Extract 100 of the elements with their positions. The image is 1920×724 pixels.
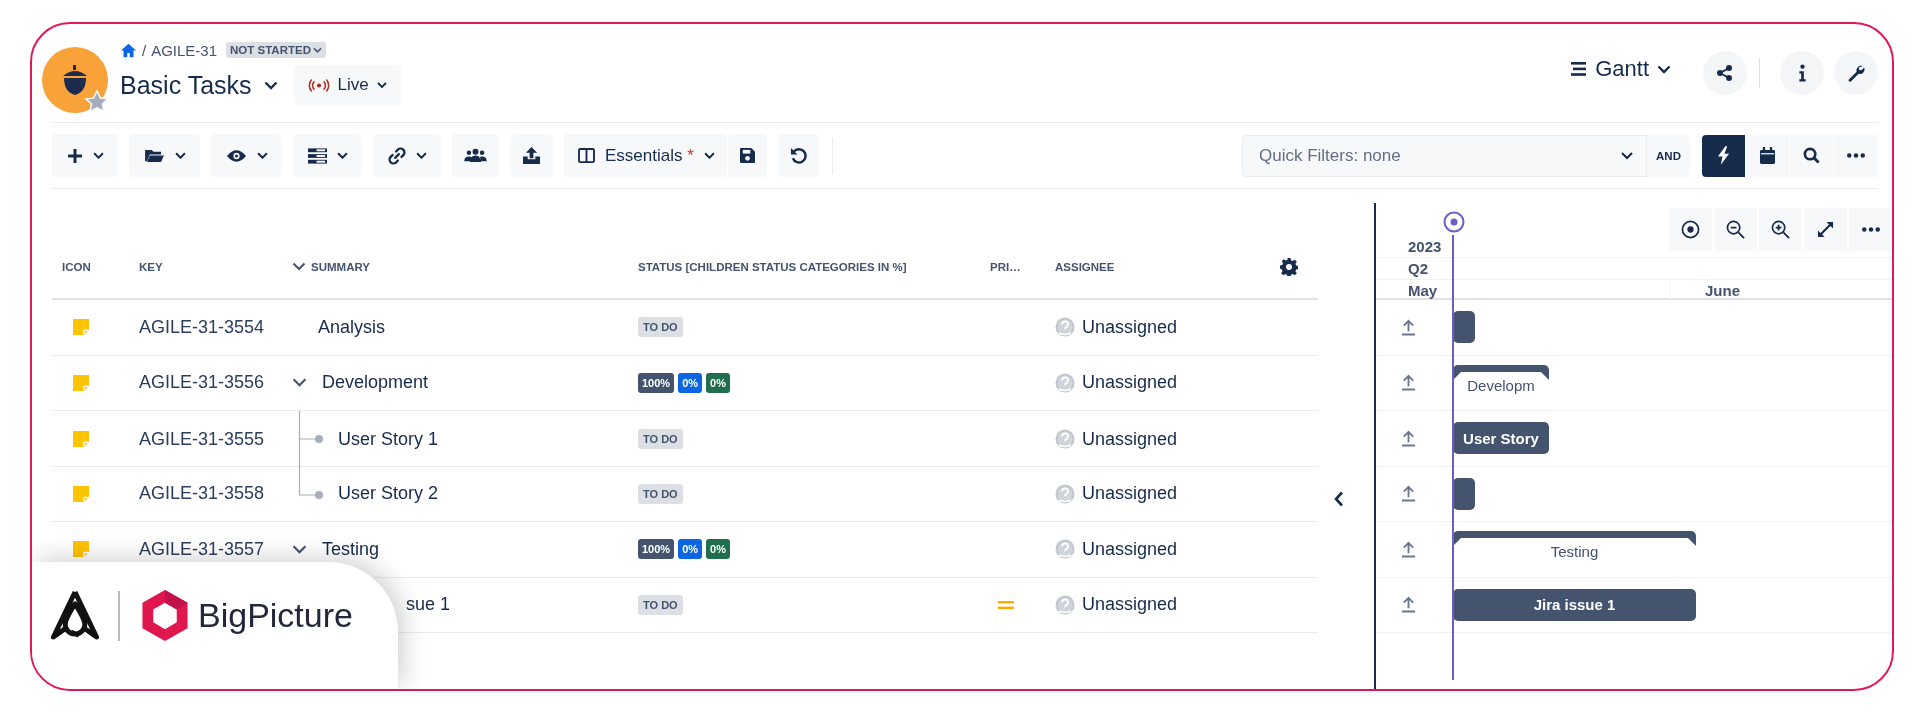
folder-button[interactable]: [129, 134, 200, 177]
eye-button[interactable]: [211, 134, 282, 177]
bolt-icon: [1717, 146, 1730, 165]
live-mode-button[interactable]: Live: [293, 65, 401, 105]
column-header[interactable]: PRI…: [990, 261, 1021, 273]
task-bar[interactable]: Jira issue 1: [1453, 588, 1696, 621]
assignee-name: Unassigned: [1082, 483, 1178, 505]
issue-summary[interactable]: User Story 1: [338, 428, 439, 450]
progress-badge: 100%: [638, 539, 675, 560]
breadcrumb-link[interactable]: AGILE-31: [151, 41, 218, 59]
more-button[interactable]: [1849, 208, 1892, 251]
status-lozenge: TO DO: [638, 483, 683, 504]
quick-filters-field[interactable]: Quick Filters: none: [1242, 134, 1647, 177]
search-button[interactable]: [1790, 134, 1833, 177]
home-icon[interactable]: [120, 42, 137, 58]
zoom-in-button[interactable]: [1759, 208, 1802, 251]
assignee-name: Unassigned: [1082, 428, 1178, 450]
hexagon-logo-icon: [142, 590, 188, 641]
timeline-quarter: Q2: [1408, 260, 1428, 277]
note-icon: [72, 430, 90, 448]
status-dropdown[interactable]: NOT STARTED: [226, 42, 326, 58]
issue-key[interactable]: AGILE-31-3556: [139, 372, 265, 394]
collapse-all-icon[interactable]: [292, 262, 306, 271]
progress-badge: 0%: [678, 539, 703, 560]
task-bar[interactable]: [1453, 311, 1475, 344]
board-title[interactable]: Basic Tasks: [120, 70, 252, 100]
settings-button[interactable]: [1834, 51, 1878, 95]
share-button[interactable]: [1703, 51, 1747, 95]
view-preset-dropdown[interactable]: Essentials *: [564, 134, 727, 177]
column-header[interactable]: ICON: [62, 261, 91, 273]
caret-icon: [93, 152, 104, 159]
issue-summary[interactable]: Testing: [322, 538, 380, 560]
people-button[interactable]: [452, 134, 499, 177]
issue-summary[interactable]: Analysis: [318, 316, 386, 338]
operator-toggle[interactable]: AND: [1647, 134, 1690, 177]
more-button[interactable]: [1834, 134, 1877, 177]
summary-bar[interactable]: Testing: [1453, 531, 1696, 568]
people-icon: [464, 148, 487, 163]
plus-icon: [67, 147, 83, 164]
avatar-icon: [1055, 539, 1075, 560]
info-button[interactable]: [1780, 51, 1824, 95]
upload-icon[interactable]: [1401, 596, 1416, 614]
caret-icon: [703, 152, 715, 159]
progress-badge: 0%: [678, 372, 703, 393]
issue-key[interactable]: AGILE-31-3558: [139, 483, 265, 505]
task-bar[interactable]: [1453, 477, 1475, 510]
column-header[interactable]: KEY: [139, 261, 163, 273]
calendar-icon: [1760, 147, 1775, 164]
upload-icon[interactable]: [1401, 485, 1416, 503]
caret-icon: [416, 152, 427, 159]
upload-icon: [522, 147, 541, 164]
timeline-month: June: [1705, 282, 1740, 299]
column-header[interactable]: STATUS [CHILDREN STATUS CATEGORIES IN %]: [638, 261, 907, 273]
save-button[interactable]: [727, 134, 767, 177]
today-marker-icon[interactable]: [1443, 211, 1465, 233]
rows-icon: [308, 147, 327, 164]
issue-key[interactable]: AGILE-31-3557: [139, 538, 265, 560]
bolt-button[interactable]: [1702, 134, 1745, 177]
brand-name: BigPicture: [198, 596, 353, 635]
info-icon: [1797, 64, 1807, 82]
avatar-icon: [1055, 594, 1075, 615]
link-button[interactable]: [373, 134, 441, 177]
scroll-to-today-button[interactable]: [1669, 208, 1712, 251]
task-bar[interactable]: User Story: [1453, 422, 1549, 455]
view-switcher[interactable]: Gantt: [1571, 56, 1671, 82]
avatar-icon: [1055, 372, 1075, 393]
caret-icon: [175, 152, 186, 159]
plus-button[interactable]: [52, 134, 118, 177]
upload-icon[interactable]: [1401, 540, 1416, 558]
status-lozenge: TO DO: [638, 429, 683, 449]
link-icon: [388, 146, 406, 165]
issue-key[interactable]: AGILE-31-3555: [139, 428, 265, 450]
expand-icon: [1817, 221, 1834, 238]
column-header[interactable]: SUMMARY: [311, 261, 370, 273]
chevron-down-icon[interactable]: [263, 80, 278, 90]
issue-summary[interactable]: Development: [322, 372, 429, 394]
issue-key[interactable]: AGILE-31-3554: [139, 316, 265, 338]
upload-button[interactable]: [510, 134, 553, 177]
zoom-out-icon: [1726, 220, 1745, 239]
zoom-out-button[interactable]: [1714, 208, 1757, 251]
calendar-button[interactable]: [1746, 134, 1789, 177]
issue-summary[interactable]: User Story 2: [338, 483, 439, 505]
upload-icon[interactable]: [1401, 374, 1416, 392]
column-header[interactable]: ASSIGNEE: [1055, 261, 1115, 273]
settings-icon[interactable]: [1280, 258, 1298, 276]
caret-icon: [1657, 64, 1671, 74]
upload-icon[interactable]: [1401, 429, 1416, 447]
issue-summary[interactable]: sue 1: [406, 594, 451, 616]
assignee-name: Unassigned: [1082, 538, 1178, 560]
chevron-left-icon[interactable]: [1334, 491, 1344, 507]
rows-button[interactable]: [293, 134, 362, 177]
undo-button[interactable]: [777, 134, 819, 177]
note-icon: [72, 373, 90, 392]
expand-button[interactable]: [1804, 208, 1847, 251]
caret-icon: [337, 152, 348, 159]
save-icon: [739, 148, 755, 163]
caret-icon: [1621, 151, 1633, 160]
avatar-icon: [1055, 483, 1075, 504]
upload-icon[interactable]: [1401, 318, 1416, 336]
folder-icon: [144, 148, 165, 163]
